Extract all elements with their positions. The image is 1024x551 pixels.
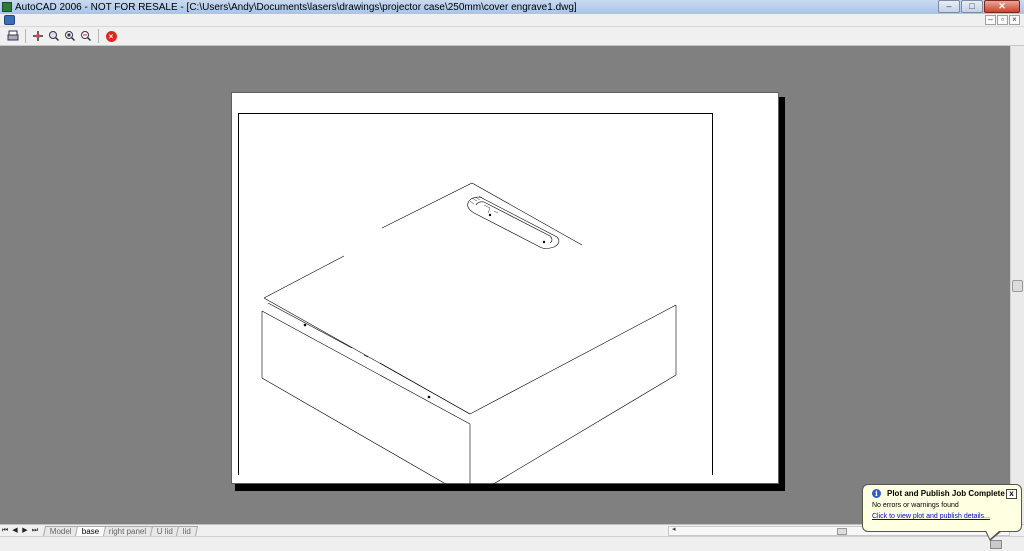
close-preview-icon[interactable]: × xyxy=(104,29,118,43)
close-button[interactable]: ✕ xyxy=(984,0,1020,13)
zoom-previous-icon[interactable] xyxy=(79,29,93,43)
vertical-scroll-thumb[interactable] xyxy=(1012,280,1023,292)
autocad-app-icon[interactable] xyxy=(2,2,12,12)
plot-preview-canvas[interactable] xyxy=(0,46,1010,524)
title-bar: AutoCAD 2006 - NOT FOR RESALE - [C:\User… xyxy=(0,0,1024,14)
horizontal-scroll-thumb[interactable] xyxy=(837,528,847,535)
pan-icon[interactable] xyxy=(31,29,45,43)
tab-right-panel[interactable]: right panel xyxy=(102,525,154,536)
document-minimize-button[interactable]: – xyxy=(985,15,996,25)
window-title: AutoCAD 2006 - NOT FOR RESALE - [C:\User… xyxy=(15,1,577,13)
notification-header: i Plot and Publish Job Complete xyxy=(872,489,1015,498)
isometric-box-drawing xyxy=(261,182,677,485)
plot-details-link[interactable]: Click to view plot and publish details..… xyxy=(872,513,1015,520)
notification-title: Plot and Publish Job Complete xyxy=(887,489,1005,498)
tab-model[interactable]: Model xyxy=(42,525,79,536)
plot-preview-toolbar: × xyxy=(0,27,1024,46)
plot-tray-icon[interactable] xyxy=(990,540,1002,549)
stop-icon: × xyxy=(105,30,117,42)
vertical-scrollbar[interactable] xyxy=(1010,46,1024,524)
minimize-button[interactable]: – xyxy=(938,0,960,13)
plot-icon[interactable] xyxy=(6,29,20,43)
status-bar xyxy=(0,536,1024,551)
document-restore-button[interactable]: ▫ xyxy=(997,15,1008,25)
document-controls: – ▫ × xyxy=(985,15,1020,25)
info-icon: i xyxy=(872,489,881,498)
document-menu-row: – ▫ × xyxy=(0,14,1024,27)
plot-complete-notification: i Plot and Publish Job Complete x No err… xyxy=(862,484,1022,532)
first-tab-icon[interactable]: ⏮ xyxy=(0,526,10,536)
notification-tail-fill xyxy=(986,530,1000,539)
prev-tab-icon[interactable]: ◀ xyxy=(10,526,20,536)
window-controls: – □ ✕ xyxy=(938,0,1020,13)
tab-base[interactable]: base xyxy=(74,525,107,536)
layout-tabs: Model base right panel U lid lid xyxy=(42,525,198,536)
scroll-left-icon[interactable]: ◂ xyxy=(672,525,676,533)
notification-message: No errors or warnings found xyxy=(872,502,959,509)
paper-sheet xyxy=(231,92,779,485)
toolbar-separator xyxy=(25,29,26,43)
document-icon[interactable] xyxy=(4,15,15,25)
zoom-realtime-icon[interactable] xyxy=(47,29,61,43)
tab-lid[interactable]: lid xyxy=(175,525,198,536)
maximize-button[interactable]: □ xyxy=(961,0,983,13)
notification-close-button[interactable]: x xyxy=(1006,489,1017,499)
next-tab-icon[interactable]: ▶ xyxy=(20,526,30,536)
tab-u-lid[interactable]: U lid xyxy=(149,525,180,536)
document-close-button[interactable]: × xyxy=(1009,15,1020,25)
zoom-window-icon[interactable] xyxy=(63,29,77,43)
last-tab-icon[interactable]: ⏭ xyxy=(30,526,40,536)
toolbar-separator xyxy=(98,29,99,43)
